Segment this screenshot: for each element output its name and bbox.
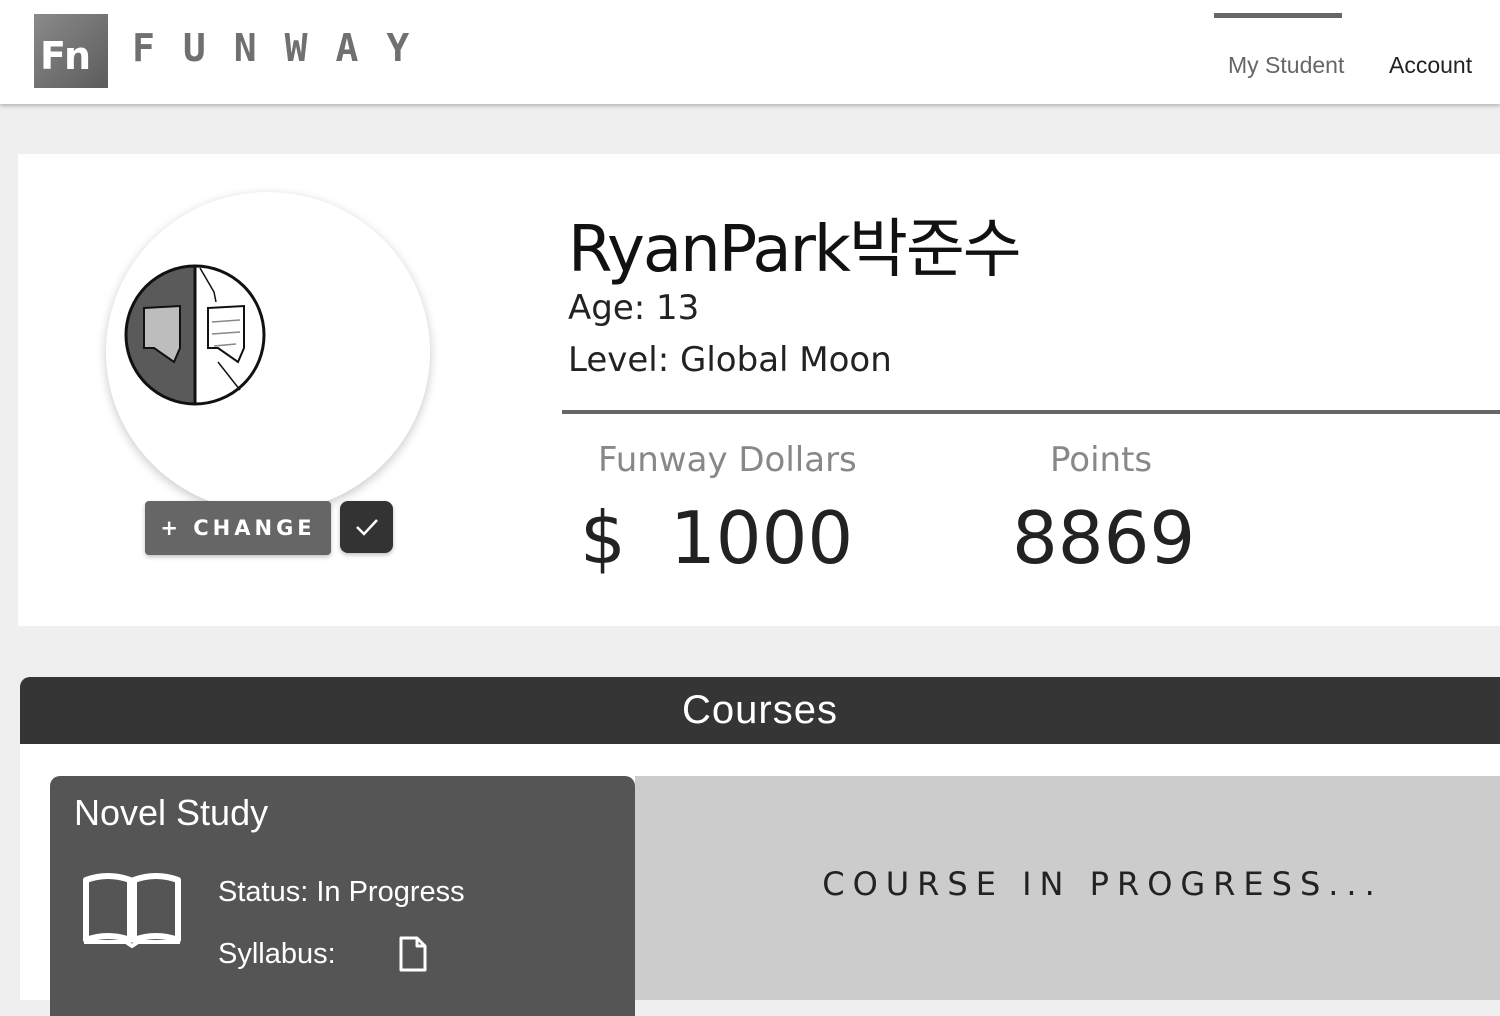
confirm-avatar-button[interactable] <box>340 501 393 553</box>
avatar-shield-icon <box>124 264 266 406</box>
course-card-novel-study[interactable]: Novel Study Status: In Progress Syllabus… <box>50 776 635 1016</box>
courses-header: Courses <box>20 677 1500 744</box>
profile-divider <box>562 410 1500 414</box>
age-value: 13 <box>656 288 700 328</box>
course-progress-panel: COURSE IN PROGRESS... <box>635 776 1500 1000</box>
age-label: Age: <box>568 288 646 328</box>
funway-dollars-value: 1000 <box>670 496 854 580</box>
student-age: Age: 13 <box>568 288 699 328</box>
dollar-sign: $ <box>580 496 626 580</box>
course-progress-text: COURSE IN PROGRESS... <box>822 865 1383 903</box>
level-label: Level: <box>568 340 670 380</box>
course-title: Novel Study <box>74 792 269 833</box>
course-status: Status: In Progress <box>218 876 465 909</box>
points-label: Points <box>1050 440 1153 480</box>
course-syllabus: Syllabus: <box>218 938 336 971</box>
level-value: Global Moon <box>680 340 892 380</box>
student-name: RyanPark박준수 <box>568 213 1022 287</box>
avatar <box>106 192 430 512</box>
change-avatar-button[interactable]: + CHANGE <box>145 501 331 555</box>
syllabus-label: Syllabus: <box>218 938 336 970</box>
status-label: Status: <box>218 876 309 908</box>
points-value: 8869 <box>1012 496 1196 580</box>
book-icon <box>83 873 181 948</box>
funway-logo[interactable]: Fn <box>34 14 108 88</box>
document-icon[interactable] <box>398 936 428 972</box>
student-profile-card: + CHANGE RyanPark박준수 Age: 13 Level: Glob… <box>18 154 1500 626</box>
nav-account[interactable]: Account <box>1389 52 1472 79</box>
checkmark-icon <box>355 519 378 536</box>
funway-dollars-label: Funway Dollars <box>598 440 857 480</box>
status-value: In Progress <box>316 876 465 908</box>
logo-text: Fn <box>40 34 91 78</box>
active-nav-indicator <box>1214 13 1342 18</box>
top-navigation-bar: Fn FUNWAY My Student Account <box>0 0 1500 104</box>
nav-my-student[interactable]: My Student <box>1228 52 1344 79</box>
brand-name: FUNWAY <box>132 26 438 70</box>
student-level: Level: Global Moon <box>568 340 892 380</box>
